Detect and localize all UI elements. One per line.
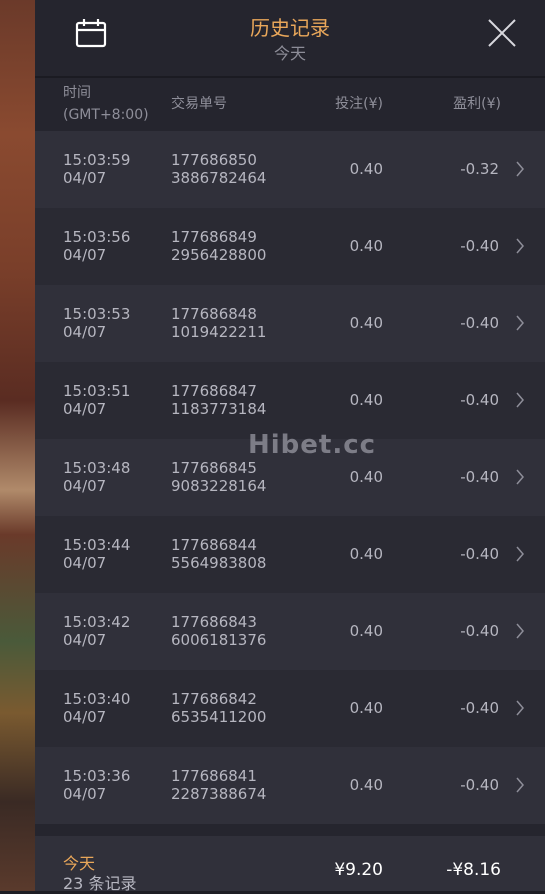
table-row[interactable]: 15:03:44 04/07 177686844 5564983808 0.40 -… <box>35 516 545 593</box>
row-order-id: 177686848 1019422211 <box>171 305 267 341</box>
summary-footer: 今天 23 条记录 ¥9.20 -¥8.16 <box>35 836 545 893</box>
table-row[interactable]: 15:03:36 04/07 177686841 2287388674 0.40 -… <box>35 747 545 824</box>
row-bet: 0.40 <box>349 314 383 332</box>
table-row[interactable]: 15:03:53 04/07 177686848 1019422211 0.40 -… <box>35 285 545 362</box>
row-time: 15:03:51 04/07 <box>63 382 131 418</box>
date-filter-label[interactable]: 今天 <box>35 40 545 64</box>
close-icon[interactable] <box>487 18 517 48</box>
col-timezone-label: (GMT+8:00) <box>63 107 149 123</box>
row-bet: 0.40 <box>349 237 383 255</box>
history-panel: 历史记录 今天 时间 (GMT+8:00) 交易单号 投注(¥) 盈利(¥) 1… <box>35 0 545 893</box>
table-row[interactable]: 15:03:40 04/07 177686842 6535411200 0.40 -… <box>35 670 545 747</box>
row-time: 15:03:42 04/07 <box>63 613 131 649</box>
chevron-right-icon <box>516 700 524 716</box>
chevron-right-icon <box>516 623 524 639</box>
table-row[interactable]: 15:03:51 04/07 177686847 1183773184 0.40 -… <box>35 362 545 439</box>
row-time: 15:03:40 04/07 <box>63 690 131 726</box>
row-time: 15:03:48 04/07 <box>63 459 131 495</box>
table-row[interactable]: 15:03:59 04/07 177686850 3886782464 0.40 -… <box>35 131 545 208</box>
row-profit: -0.32 <box>460 160 499 178</box>
footer-total-profit: -¥8.16 <box>446 860 501 880</box>
footer-total-bet: ¥9.20 <box>334 860 383 880</box>
chevron-right-icon <box>516 238 524 254</box>
row-order-id: 177686842 6535411200 <box>171 690 267 726</box>
history-list: 15:03:59 04/07 177686850 3886782464 0.40 -… <box>35 131 545 824</box>
row-profit: -0.40 <box>460 237 499 255</box>
chevron-right-icon <box>516 392 524 408</box>
row-bet: 0.40 <box>349 468 383 486</box>
chevron-right-icon <box>516 315 524 331</box>
row-time: 15:03:53 04/07 <box>63 305 131 341</box>
row-bet: 0.40 <box>349 545 383 563</box>
game-background <box>0 0 36 891</box>
row-order-id: 177686850 3886782464 <box>171 151 267 187</box>
col-time-header: 时间 (GMT+8:00) <box>63 82 149 126</box>
row-profit: -0.40 <box>460 699 499 717</box>
row-profit: -0.40 <box>460 468 499 486</box>
row-order-id: 177686849 2956428800 <box>171 228 267 264</box>
chevron-right-icon <box>516 777 524 793</box>
col-time-label: 时间 <box>63 85 91 101</box>
col-profit-header: 盈利(¥) <box>453 96 501 112</box>
table-row[interactable]: 15:03:56 04/07 177686849 2956428800 0.40 -… <box>35 208 545 285</box>
table-row[interactable]: 15:03:42 04/07 177686843 6006181376 0.40 -… <box>35 593 545 670</box>
chevron-right-icon <box>516 546 524 562</box>
row-order-id: 177686847 1183773184 <box>171 382 267 418</box>
row-order-id: 177686841 2287388674 <box>171 767 267 803</box>
row-bet: 0.40 <box>349 622 383 640</box>
col-bet-header: 投注(¥) <box>335 96 383 112</box>
page-title: 历史记录 <box>250 16 330 40</box>
watermark-logo: Hibet.cc <box>248 430 377 460</box>
row-bet: 0.40 <box>349 160 383 178</box>
row-bet: 0.40 <box>349 776 383 794</box>
row-time: 15:03:59 04/07 <box>63 151 131 187</box>
row-time: 15:03:56 04/07 <box>63 228 131 264</box>
row-profit: -0.40 <box>460 776 499 794</box>
row-bet: 0.40 <box>349 699 383 717</box>
chevron-right-icon <box>516 469 524 485</box>
row-profit: -0.40 <box>460 622 499 640</box>
row-time: 15:03:44 04/07 <box>63 536 131 572</box>
row-bet: 0.40 <box>349 391 383 409</box>
row-time: 15:03:36 04/07 <box>63 767 131 803</box>
row-order-id: 177686845 9083228164 <box>171 459 267 495</box>
row-order-id: 177686843 6006181376 <box>171 613 267 649</box>
chevron-right-icon <box>516 161 524 177</box>
col-order-header: 交易单号 <box>171 96 227 112</box>
footer-record-count: 23 条记录 <box>63 874 137 893</box>
row-profit: -0.40 <box>460 314 499 332</box>
column-headers: 时间 (GMT+8:00) 交易单号 投注(¥) 盈利(¥) <box>35 78 545 131</box>
row-profit: -0.40 <box>460 545 499 563</box>
row-profit: -0.40 <box>460 391 499 409</box>
panel-header: 历史记录 今天 <box>35 0 545 78</box>
row-order-id: 177686844 5564983808 <box>171 536 267 572</box>
